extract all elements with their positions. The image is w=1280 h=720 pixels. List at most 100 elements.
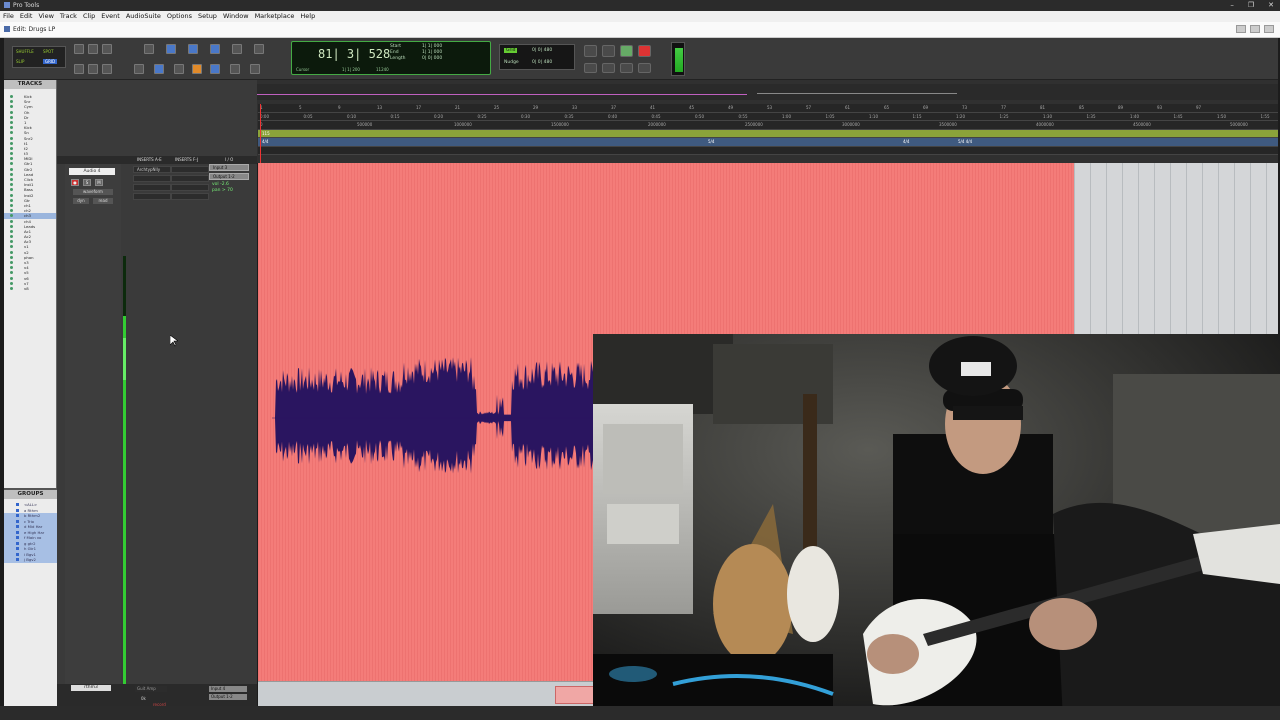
- zoom-in-icon[interactable]: [88, 44, 98, 54]
- edit-window-title-bar: Edit: Drugs LP: [0, 22, 1280, 38]
- length-value[interactable]: 0| 0| 000: [422, 56, 442, 62]
- cursor-tool-icon[interactable]: [230, 64, 240, 74]
- track-view-selector[interactable]: waveform: [73, 189, 113, 195]
- selector-tool-icon[interactable]: [188, 44, 198, 54]
- edit-maximize-button[interactable]: [1250, 25, 1260, 33]
- playhead-marker[interactable]: [260, 104, 261, 163]
- edit-close-button[interactable]: [1264, 25, 1274, 33]
- samples-tick: 1000000: [454, 122, 472, 127]
- scrubber-tool-icon[interactable]: [232, 44, 242, 54]
- next-track-header[interactable]: rthm3 Guit Amp Input 4 Output 1-2 0k rec…: [57, 684, 257, 707]
- menu-event[interactable]: Event: [101, 11, 120, 22]
- keyboard-focus-icon[interactable]: [250, 64, 260, 74]
- record-button[interactable]: [638, 45, 651, 57]
- insert-slot-f[interactable]: [171, 166, 209, 173]
- meter-ruler[interactable]: 4/4 5/4 4/4 5/4 4/4: [258, 138, 1278, 147]
- shuffle-mode[interactable]: SHUFFLE: [16, 49, 34, 54]
- fast-forward-button[interactable]: [620, 63, 633, 73]
- tab-to-transient-icon[interactable]: [154, 64, 164, 74]
- grabber-tool-icon[interactable]: [210, 44, 220, 54]
- dyn-button[interactable]: dyn: [73, 198, 89, 204]
- input-selector[interactable]: Input 3: [209, 164, 249, 171]
- close-button[interactable]: ✕: [1268, 0, 1274, 11]
- menu-window[interactable]: Window: [223, 11, 249, 22]
- next-track-region[interactable]: [555, 686, 595, 704]
- mirror-midi-icon[interactable]: [174, 64, 184, 74]
- pencil-tool-icon[interactable]: [254, 44, 264, 54]
- vertical-zoom-icon[interactable]: [102, 44, 112, 54]
- main-counter[interactable]: 81| 3| 528 Cursor 1| 1| 200 11240 Start …: [291, 41, 491, 75]
- minimize-button[interactable]: –: [1230, 0, 1234, 11]
- inserts-f-j: [171, 166, 209, 212]
- link-track-edit-icon[interactable]: [192, 64, 202, 74]
- insertion-follows-icon[interactable]: [210, 64, 220, 74]
- zoom-preset-1[interactable]: [74, 64, 84, 74]
- record-enable-button[interactable]: ●: [71, 179, 79, 186]
- insert-slot-c[interactable]: [133, 184, 171, 191]
- insert-slot-d[interactable]: [133, 193, 171, 200]
- menu-audiosuite[interactable]: AudioSuite: [126, 11, 161, 22]
- play-button[interactable]: [620, 45, 633, 57]
- solo-button[interactable]: S: [83, 179, 91, 186]
- menu-clip[interactable]: Clip: [83, 11, 95, 22]
- track-header-audio4[interactable]: Audio 4 ● S M waveform dyn read: [65, 164, 121, 706]
- bars-beats-ruler[interactable]: 1 5 9 13 17 21 25 29 33 37 41 45 49 53 57 61 65 69 73 77 81 8…: [258, 104, 1278, 113]
- mute-button[interactable]: M: [95, 179, 103, 186]
- return-to-zero-button[interactable]: [584, 63, 597, 73]
- menu-view[interactable]: View: [38, 11, 53, 22]
- min-secs-ruler[interactable]: 0:00 0:05 0:10 0:15 0:20 0:25 0:30 0:35 0:40 0:45…: [258, 112, 1278, 121]
- bars-tick: 29: [533, 105, 539, 110]
- group-list-item[interactable]: j Bgv2: [4, 557, 57, 563]
- menu-track[interactable]: Track: [60, 11, 77, 22]
- grid-label[interactable]: Grid: [504, 48, 518, 53]
- audio-waveform: [272, 357, 602, 474]
- menu-help[interactable]: Help: [300, 11, 315, 22]
- nudge-value[interactable]: 0| 0| 480: [532, 60, 552, 65]
- menu-marketplace[interactable]: Marketplace: [255, 11, 295, 22]
- zoomer-tool-icon[interactable]: [144, 44, 154, 54]
- menu-setup[interactable]: Setup: [198, 11, 217, 22]
- slip-mode[interactable]: SLIP: [16, 59, 24, 64]
- minsecs-tick: 1:35: [1086, 113, 1096, 119]
- zoom-preset-2[interactable]: [88, 64, 98, 74]
- output-selector[interactable]: Output 1-2: [209, 173, 249, 180]
- online-icon[interactable]: [584, 45, 597, 57]
- next-track-name[interactable]: rthm3: [71, 685, 111, 691]
- maximize-button[interactable]: ❐: [1248, 0, 1254, 11]
- spot-mode[interactable]: SPOT: [43, 49, 54, 54]
- menu-options[interactable]: Options: [167, 11, 192, 22]
- link-timeline-icon[interactable]: [134, 64, 144, 74]
- minsecs-tick: 0:35: [564, 113, 574, 119]
- nudge-label[interactable]: Nudge: [504, 60, 519, 65]
- grid-mode[interactable]: GRID: [43, 59, 58, 64]
- menu-edit[interactable]: Edit: [20, 11, 33, 22]
- webcam-overlay: [593, 334, 1280, 720]
- next-track-output[interactable]: Output 1-2: [209, 694, 247, 700]
- go-to-end-button[interactable]: [638, 63, 651, 73]
- track-name[interactable]: Audio 4: [69, 168, 115, 175]
- next-track-insert[interactable]: Guit Amp: [135, 686, 167, 692]
- edit-minimize-button[interactable]: [1236, 25, 1246, 33]
- insert-slot-g[interactable]: [171, 175, 209, 182]
- samples-ruler[interactable]: 0 500000 1000000 1500000 2000000 2500000 30000…: [258, 121, 1278, 130]
- samples-tick: 5000000: [1230, 122, 1248, 127]
- rewind-button[interactable]: [602, 63, 615, 73]
- zoom-preset-3[interactable]: [102, 64, 112, 74]
- insert-slot-a[interactable]: ArchtypNlly: [133, 166, 171, 173]
- automation-mode[interactable]: read: [93, 198, 113, 204]
- track-list-item[interactable]: v8: [4, 286, 56, 291]
- grid-value[interactable]: 0| 0| 480: [532, 48, 552, 53]
- menu-file[interactable]: File: [3, 11, 14, 22]
- insert-slot-b[interactable]: [133, 175, 171, 182]
- markers-ruler[interactable]: [258, 146, 1278, 155]
- trim-tool-icon[interactable]: [166, 44, 176, 54]
- zoom-out-icon[interactable]: [74, 44, 84, 54]
- next-track-input[interactable]: Input 4: [209, 686, 247, 692]
- insert-slot-h[interactable]: [171, 184, 209, 191]
- stop-button[interactable]: [602, 45, 615, 57]
- insert-slot-i[interactable]: [171, 193, 209, 200]
- edit-mode-selector[interactable]: SHUFFLE SPOT SLIP GRID: [12, 46, 66, 68]
- pan-readout[interactable]: pan > 70: [209, 188, 249, 194]
- tempo-ruler[interactable]: 115: [258, 129, 1278, 138]
- next-track-button[interactable]: 0k: [141, 696, 146, 701]
